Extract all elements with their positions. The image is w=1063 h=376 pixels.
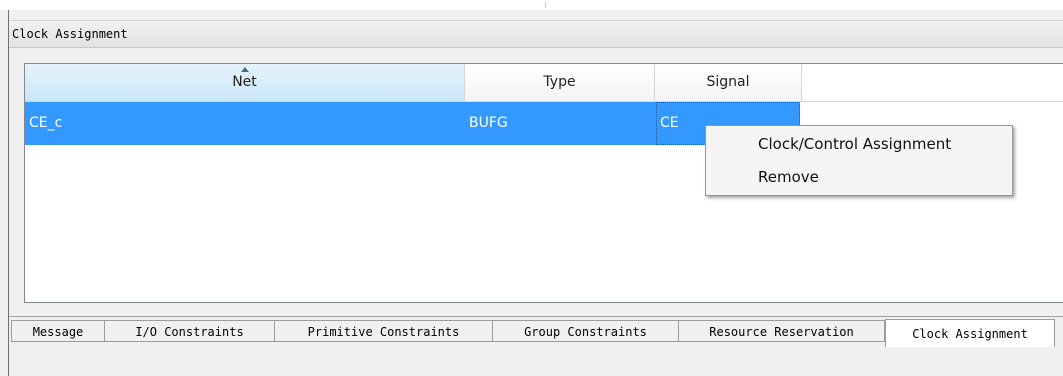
panel-title: Clock Assignment: [12, 27, 128, 41]
context-menu: Clock/Control Assignment Remove: [705, 125, 1013, 196]
bottom-tab-bar: Message I/O Constraints Primitive Constr…: [9, 316, 1063, 347]
table-header: Net Type Signal: [25, 64, 1063, 102]
panel-header: Clock Assignment: [9, 20, 1063, 48]
tab-io-constraints[interactable]: I/O Constraints: [104, 320, 275, 342]
cell-net[interactable]: CE_c: [25, 102, 465, 145]
column-header-signal[interactable]: Signal: [655, 64, 802, 101]
tab-resource-reservation[interactable]: Resource Reservation: [678, 320, 885, 342]
tab-clock-assignment[interactable]: Clock Assignment: [885, 319, 1055, 347]
column-header-signal-label: Signal: [706, 74, 750, 90]
splitter-mark[interactable]: [545, 2, 546, 8]
tab-group-constraints[interactable]: Group Constraints: [492, 320, 679, 342]
tab-message[interactable]: Message: [11, 320, 105, 342]
column-header-type-label: Type: [543, 74, 576, 90]
column-header-type[interactable]: Type: [465, 64, 655, 101]
cell-type[interactable]: BUFG: [465, 102, 655, 145]
table-row[interactable]: CE_c BUFG CE: [25, 102, 800, 145]
menu-item-remove[interactable]: Remove: [758, 168, 819, 186]
tab-primitive-constraints[interactable]: Primitive Constraints: [274, 320, 493, 342]
menu-item-clock-control-assignment[interactable]: Clock/Control Assignment: [758, 135, 951, 153]
sort-ascending-icon: [240, 67, 249, 72]
column-header-net[interactable]: Net: [25, 64, 465, 101]
column-header-net-label: Net: [232, 74, 257, 90]
top-divider: [0, 0, 1063, 10]
